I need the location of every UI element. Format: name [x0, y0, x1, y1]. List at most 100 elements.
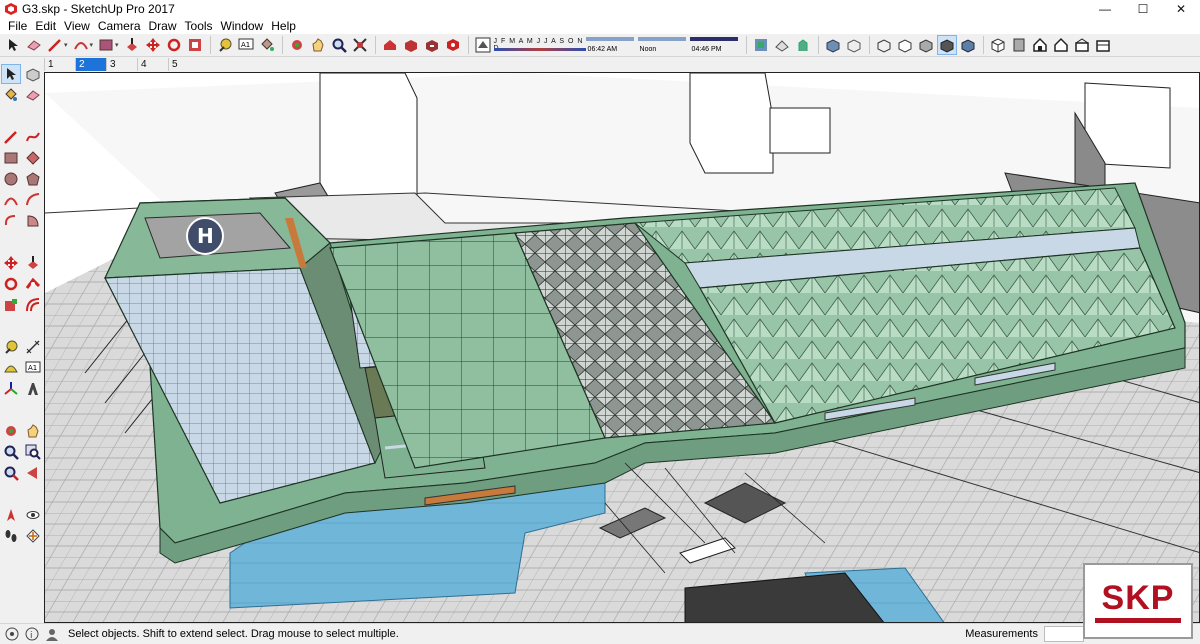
rectangle-tool-icon[interactable] [1, 148, 21, 168]
front-view-icon[interactable] [1030, 35, 1050, 55]
select-tool-icon[interactable] [1, 64, 21, 84]
top-view-icon[interactable] [1009, 35, 1029, 55]
arc-dropdown-icon[interactable]: ▾ [90, 41, 94, 49]
freehand-tool-icon[interactable] [23, 127, 43, 147]
rotated-rectangle-icon[interactable] [23, 148, 43, 168]
move-icon[interactable] [143, 35, 163, 55]
component-icon[interactable] [793, 35, 813, 55]
shadow-time-noon[interactable]: Noon [637, 36, 686, 54]
rotate-tool-icon[interactable] [1, 274, 21, 294]
pie-tool-icon[interactable] [23, 211, 43, 231]
scale-tool-icon[interactable] [1, 295, 21, 315]
polygon-tool-icon[interactable] [23, 169, 43, 189]
hidden-line-style-icon[interactable] [895, 35, 915, 55]
arc-tool-icon[interactable] [1, 190, 21, 210]
back-view-icon[interactable] [1072, 35, 1092, 55]
tape-measure-icon[interactable] [215, 35, 235, 55]
walk-tool-icon[interactable] [1, 526, 21, 546]
text-icon[interactable]: A1 [236, 35, 256, 55]
close-button[interactable]: ✕ [1162, 0, 1200, 18]
previous-view-icon[interactable] [23, 463, 43, 483]
paint-tool-icon[interactable] [1, 85, 21, 105]
maximize-button[interactable]: ☐ [1124, 0, 1162, 18]
three-point-arc-icon[interactable] [1, 211, 21, 231]
shadow-time-start[interactable]: 06:42 AM [585, 36, 634, 54]
shaded-style-icon[interactable] [916, 35, 936, 55]
menu-camera[interactable]: Camera [94, 18, 145, 34]
arc-icon[interactable] [71, 35, 91, 55]
user-account-icon[interactable] [44, 626, 60, 642]
zoom-extents-tool-icon[interactable] [1, 463, 21, 483]
scene-tab-1[interactable]: 1 [44, 58, 75, 71]
rotate-icon[interactable] [164, 35, 184, 55]
orbit-icon[interactable] [287, 35, 307, 55]
scene-tab-3[interactable]: 3 [106, 58, 137, 71]
offset-icon[interactable] [185, 35, 205, 55]
circle-tool-icon[interactable] [1, 169, 21, 189]
pencil-line-icon[interactable] [45, 35, 65, 55]
look-around-icon[interactable] [23, 505, 43, 525]
pencil-dropdown-icon[interactable]: ▾ [64, 41, 68, 49]
pan-tool-icon[interactable] [23, 421, 43, 441]
get-models-icon[interactable] [401, 35, 421, 55]
sandbox-icon[interactable] [751, 35, 771, 55]
right-view-icon[interactable] [1051, 35, 1071, 55]
xray-style-icon[interactable] [823, 35, 843, 55]
shape-dropdown-icon[interactable]: ▾ [115, 41, 119, 49]
dimension-tool-icon[interactable] [23, 337, 43, 357]
3d-text-tool-icon[interactable] [23, 379, 43, 399]
menu-view[interactable]: View [60, 18, 94, 34]
measurements-input[interactable] [1044, 626, 1084, 642]
warehouse-icon[interactable] [380, 35, 400, 55]
tape-measure-tool-icon[interactable] [1, 337, 21, 357]
monochrome-style-icon[interactable] [958, 35, 978, 55]
eraser-icon[interactable] [24, 35, 44, 55]
axes-tool-icon[interactable] [1, 379, 21, 399]
orbit-tool-icon[interactable] [1, 421, 21, 441]
make-component-icon[interactable] [23, 64, 43, 84]
left-view-icon[interactable] [1093, 35, 1113, 55]
menu-help[interactable]: Help [267, 18, 300, 34]
scene-tab-2[interactable]: 2 [75, 58, 106, 71]
share-model-icon[interactable] [422, 35, 442, 55]
section-plane-icon[interactable] [772, 35, 792, 55]
rectangle-icon[interactable] [96, 35, 116, 55]
protractor-tool-icon[interactable] [1, 358, 21, 378]
paint-bucket-icon[interactable] [257, 35, 277, 55]
select-arrow-icon[interactable] [3, 35, 23, 55]
move-tool-icon[interactable] [1, 253, 21, 273]
scene-tab-5[interactable]: 5 [168, 58, 199, 71]
shadows-toggle-icon[interactable] [473, 35, 493, 55]
back-edges-icon[interactable] [844, 35, 864, 55]
shadow-time-end[interactable]: 04:46 PM [689, 36, 738, 54]
menu-file[interactable]: File [4, 18, 31, 34]
text-tool-icon[interactable]: A1 [23, 358, 43, 378]
position-camera-icon[interactable] [1, 505, 21, 525]
wireframe-style-icon[interactable] [874, 35, 894, 55]
pan-hand-icon[interactable] [308, 35, 328, 55]
push-pull-tool-icon[interactable] [23, 253, 43, 273]
geo-location-icon[interactable] [4, 626, 20, 642]
menu-tools[interactable]: Tools [181, 18, 217, 34]
zoom-tool-icon[interactable] [1, 442, 21, 462]
follow-me-icon[interactable] [23, 274, 43, 294]
menu-draw[interactable]: Draw [145, 18, 181, 34]
credits-icon[interactable]: i [24, 626, 40, 642]
offset-tool-icon[interactable] [23, 295, 43, 315]
eraser-tool-icon[interactable] [23, 85, 43, 105]
textured-style-icon[interactable] [936, 35, 957, 55]
menu-window[interactable]: Window [217, 18, 268, 34]
model-viewport[interactable]: H [44, 72, 1200, 623]
section-plane-tool-icon[interactable] [23, 526, 43, 546]
extension-warehouse-icon[interactable] [443, 35, 463, 55]
shadow-date-slider[interactable]: J F M A M J J A S O N D [493, 36, 586, 54]
zoom-icon[interactable] [329, 35, 349, 55]
push-pull-icon[interactable] [122, 35, 142, 55]
zoom-window-tool-icon[interactable] [23, 442, 43, 462]
two-point-arc-icon[interactable] [23, 190, 43, 210]
scene-tab-4[interactable]: 4 [137, 58, 168, 71]
zoom-extents-icon[interactable] [350, 35, 370, 55]
minimize-button[interactable]: — [1086, 0, 1124, 18]
iso-view-icon[interactable] [988, 35, 1008, 55]
menu-edit[interactable]: Edit [31, 18, 60, 34]
